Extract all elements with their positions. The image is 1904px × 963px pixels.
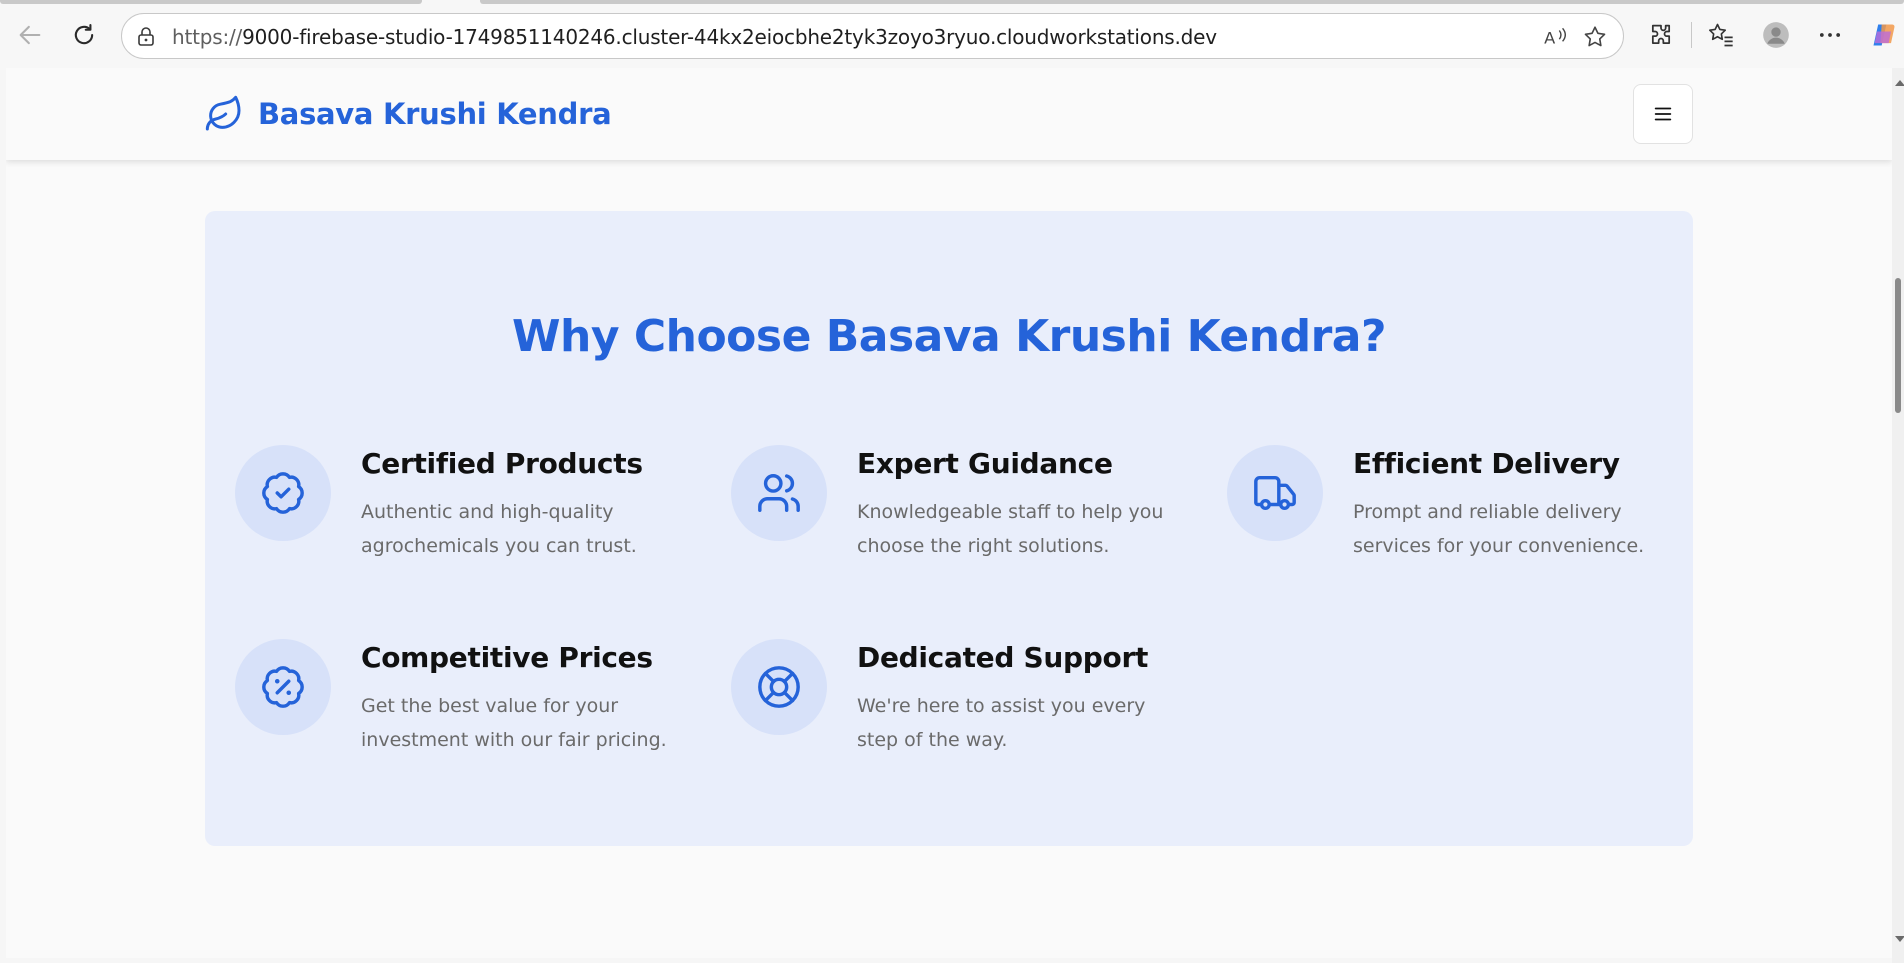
hamburger-icon	[1654, 107, 1672, 121]
leaf-icon	[205, 95, 241, 131]
feature-competitive-prices: Competitive Prices Get the best value fo…	[235, 639, 695, 779]
menu-button[interactable]	[1633, 84, 1693, 144]
url-scheme: https://	[172, 25, 243, 49]
feature-title: Expert Guidance	[857, 447, 1113, 480]
feature-icon-circle	[731, 639, 827, 735]
feature-description: Authentic and high-quality agrochemicals…	[361, 501, 637, 557]
read-aloud-icon[interactable]: A	[1542, 24, 1568, 50]
address-bar[interactable]: https://9000-firebase-studio-17498511402…	[121, 13, 1624, 59]
feature-icon-circle	[731, 445, 827, 541]
truck-icon	[1254, 475, 1296, 511]
feature-description: Get the best value for your investment w…	[361, 695, 667, 751]
badge-percent-icon	[262, 666, 304, 708]
favorites-button[interactable]	[1703, 17, 1739, 53]
favorites-icon	[1708, 23, 1733, 47]
copilot-button[interactable]	[1866, 17, 1902, 53]
browser-toolbar: https://9000-firebase-studio-17498511402…	[0, 0, 1904, 70]
feature-icon-circle	[1227, 445, 1323, 541]
section-heading: Why Choose Basava Krushi Kendra?	[511, 311, 1387, 362]
tab-indicator	[480, 0, 1904, 4]
tab-strip	[0, 0, 1904, 6]
scroll-down-arrow[interactable]	[1895, 936, 1904, 942]
brand-name: Basava Krushi Kendra	[258, 97, 612, 131]
feature-efficient-delivery: Efficient Delivery Prompt and reliable d…	[1227, 445, 1687, 585]
extensions-icon	[1651, 24, 1671, 45]
feature-dedicated-support: Dedicated Support We're here to assist y…	[731, 639, 1191, 779]
feature-description: We're here to assist you every step of t…	[857, 695, 1146, 751]
why-choose-section: Why Choose Basava Krushi Kendra? Certifi…	[205, 211, 1693, 846]
feature-certified-products: Certified Products Authentic and high-qu…	[235, 445, 695, 585]
site-header: Basava Krushi Kendra	[6, 68, 1892, 160]
feature-title: Competitive Prices	[361, 641, 653, 674]
users-icon	[758, 474, 800, 512]
feature-description: Knowledgeable staff to help you choose t…	[857, 501, 1164, 557]
extensions-button[interactable]	[1643, 17, 1679, 53]
back-button[interactable]	[12, 17, 48, 53]
page-scrollbar[interactable]	[1892, 68, 1904, 963]
feature-icon-circle	[235, 445, 331, 541]
url-text[interactable]: https://9000-firebase-studio-17498511402…	[172, 25, 1217, 49]
scroll-thumb[interactable]	[1895, 278, 1901, 413]
svg-text:A: A	[1544, 29, 1555, 48]
feature-icon-circle	[235, 639, 331, 735]
feature-title: Dedicated Support	[857, 641, 1149, 674]
feature-title: Efficient Delivery	[1353, 447, 1620, 480]
scroll-up-arrow[interactable]	[1895, 80, 1904, 86]
feature-description: Prompt and reliable delivery services fo…	[1353, 501, 1645, 557]
badge-check-icon	[262, 472, 304, 514]
url-host: 9000-firebase-studio-1749851140246.clust…	[242, 25, 1217, 49]
feature-title: Certified Products	[361, 447, 643, 480]
feature-expert-guidance: Expert Guidance Knowledgeable staff to h…	[731, 445, 1191, 585]
page-viewport: Basava Krushi Kendra Why Choose Basava K…	[6, 68, 1892, 958]
more-button[interactable]	[1812, 17, 1848, 53]
profile-icon	[1763, 22, 1789, 48]
toolbar-divider	[1691, 22, 1692, 48]
profile-button[interactable]	[1758, 17, 1794, 53]
more-icon	[1819, 33, 1841, 37]
tab-indicator	[0, 0, 422, 4]
back-icon	[19, 25, 41, 45]
brand-logo-link[interactable]: Basava Krushi Kendra	[204, 94, 612, 134]
favorite-star-icon[interactable]	[1582, 24, 1608, 50]
refresh-button[interactable]	[66, 17, 102, 53]
life-buoy-icon	[758, 666, 800, 708]
copilot-icon	[1873, 24, 1895, 46]
refresh-icon	[74, 24, 94, 45]
lock-icon[interactable]	[134, 25, 158, 49]
